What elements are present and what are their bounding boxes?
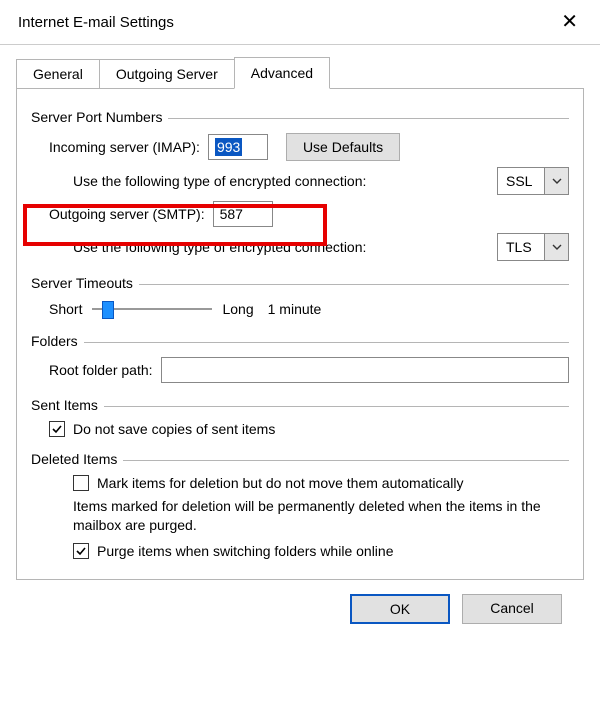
group-deleted-label: Deleted Items (31, 451, 123, 467)
root-folder-input[interactable] (161, 357, 569, 383)
slider-thumb[interactable] (102, 301, 114, 319)
outgoing-enc-label: Use the following type of encrypted conn… (73, 239, 366, 255)
incoming-port-input[interactable]: 993 (208, 134, 268, 160)
divider (123, 460, 569, 461)
tab-advanced[interactable]: Advanced (234, 57, 330, 89)
outgoing-enc-value: TLS (498, 239, 544, 255)
group-timeouts-label: Server Timeouts (31, 275, 139, 291)
group-folders-label: Folders (31, 333, 84, 349)
ok-button[interactable]: OK (350, 594, 450, 624)
divider (104, 406, 569, 407)
titlebar: Internet E-mail Settings ✕ (0, 0, 600, 45)
chevron-down-icon (544, 168, 568, 194)
cancel-button[interactable]: Cancel (462, 594, 562, 624)
window-title: Internet E-mail Settings (18, 14, 174, 31)
mark-checkbox[interactable] (73, 475, 89, 491)
group-ports-label: Server Port Numbers (31, 109, 168, 125)
mark-label: Mark items for deletion but do not move … (97, 475, 464, 491)
check-icon (51, 423, 63, 435)
outgoing-label: Outgoing server (SMTP): (49, 206, 205, 222)
purge-label: Purge items when switching folders while… (97, 543, 393, 559)
divider (139, 284, 569, 285)
divider (168, 118, 569, 119)
timeout-short-label: Short (49, 301, 82, 317)
tab-general[interactable]: General (16, 59, 100, 89)
timeout-slider[interactable] (92, 299, 212, 319)
mark-note: Items marked for deletion will be perman… (31, 497, 569, 535)
outgoing-enc-select[interactable]: TLS (497, 233, 569, 261)
tab-outgoing-server[interactable]: Outgoing Server (99, 59, 235, 89)
close-icon[interactable]: ✕ (553, 8, 586, 36)
timeout-value: 1 minute (268, 301, 322, 317)
incoming-enc-value: SSL (498, 173, 544, 189)
tab-panel-advanced: Server Port Numbers Incoming server (IMA… (16, 88, 584, 580)
group-sent-label: Sent Items (31, 397, 104, 413)
divider (84, 342, 569, 343)
check-icon (75, 545, 87, 557)
nosave-label: Do not save copies of sent items (73, 421, 275, 437)
chevron-down-icon (544, 234, 568, 260)
tab-strip: General Outgoing Server Advanced (16, 57, 584, 89)
purge-checkbox[interactable] (73, 543, 89, 559)
incoming-port-value: 993 (215, 138, 242, 156)
outgoing-port-input[interactable]: 587 (213, 201, 273, 227)
nosave-checkbox[interactable] (49, 421, 65, 437)
outgoing-port-value: 587 (220, 206, 243, 222)
incoming-enc-select[interactable]: SSL (497, 167, 569, 195)
timeout-long-label: Long (222, 301, 253, 317)
root-folder-label: Root folder path: (49, 362, 153, 378)
incoming-enc-label: Use the following type of encrypted conn… (73, 173, 366, 189)
incoming-label: Incoming server (IMAP): (49, 139, 200, 155)
use-defaults-button[interactable]: Use Defaults (286, 133, 400, 161)
